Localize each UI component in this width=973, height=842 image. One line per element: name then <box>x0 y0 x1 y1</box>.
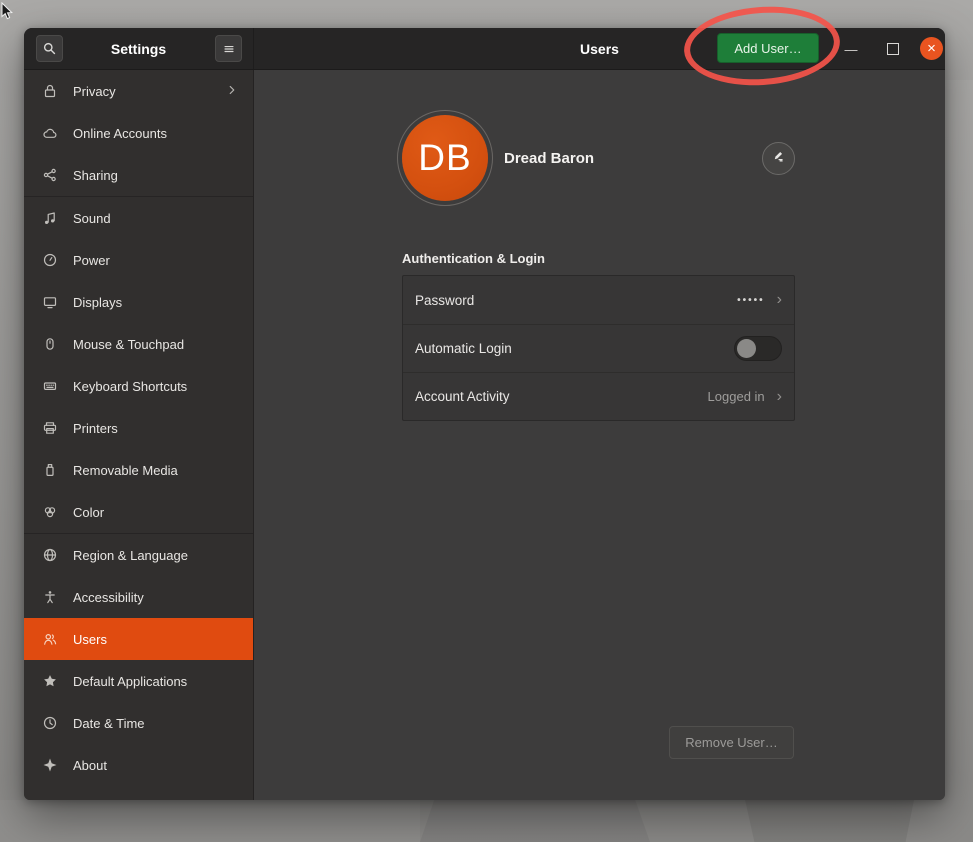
sidebar-item-label: Sound <box>73 211 111 226</box>
automatic-login-label: Automatic Login <box>415 341 512 356</box>
wallpaper-facet <box>0 800 420 842</box>
lock-icon <box>42 83 58 99</box>
sidebar-item-label: Region & Language <box>73 548 188 563</box>
account-activity-value: Logged in <box>708 389 765 404</box>
automatic-login-row: Automatic Login <box>403 324 794 372</box>
auth-login-list: Password ••••• › Automatic Login Account… <box>402 275 795 421</box>
maximize-button[interactable] <box>887 43 899 55</box>
sidebar-item-removable-media[interactable]: Removable Media <box>24 449 253 491</box>
user-header: DB Dread Baron <box>402 110 795 206</box>
sound-icon <box>42 210 58 226</box>
toggle-knob <box>737 339 756 358</box>
user-name: Dread Baron <box>504 150 594 167</box>
printer-icon <box>42 420 58 436</box>
password-row[interactable]: Password ••••• › <box>403 276 794 324</box>
sidebar-item-accessibility[interactable]: Accessibility <box>24 576 253 618</box>
sidebar: Privacy Online Accounts Sharing Sound Po… <box>24 70 254 800</box>
chevron-right-icon: › <box>777 292 782 308</box>
sidebar-item-displays[interactable]: Displays <box>24 281 253 323</box>
sidebar-item-keyboard-shortcuts[interactable]: Keyboard Shortcuts <box>24 365 253 407</box>
add-user-button[interactable]: Add User… <box>717 33 819 63</box>
sidebar-item-power[interactable]: Power <box>24 239 253 281</box>
remove-user-button[interactable]: Remove User… <box>669 726 794 759</box>
sidebar-item-label: About <box>73 758 107 773</box>
power-icon <box>42 252 58 268</box>
automatic-login-toggle[interactable] <box>734 336 782 361</box>
sidebar-item-default-applications[interactable]: Default Applications <box>24 660 253 702</box>
sidebar-item-label: Date & Time <box>73 716 145 731</box>
sidebar-item-sharing[interactable]: Sharing <box>24 154 253 196</box>
sidebar-item-label: Users <box>73 632 107 647</box>
close-button[interactable]: × <box>920 37 943 60</box>
accessibility-icon <box>42 589 58 605</box>
titlebar-content-section: Users Add User… — × <box>254 28 945 69</box>
main-content: DB Dread Baron Authentication & Login Pa… <box>254 70 945 800</box>
color-icon <box>42 504 58 520</box>
sidebar-item-label: Mouse & Touchpad <box>73 337 184 352</box>
account-activity-label: Account Activity <box>415 389 510 404</box>
cloud-icon <box>42 125 58 141</box>
sidebar-item-label: Accessibility <box>73 590 144 605</box>
sidebar-item-label: Color <box>73 505 104 520</box>
sidebar-item-sound[interactable]: Sound <box>24 197 253 239</box>
sidebar-item-label: Privacy <box>73 84 116 99</box>
sidebar-item-date-time[interactable]: Date & Time <box>24 702 253 744</box>
sidebar-item-label: Removable Media <box>73 463 178 478</box>
sidebar-item-label: Keyboard Shortcuts <box>73 379 187 394</box>
sidebar-item-label: Online Accounts <box>73 126 167 141</box>
display-icon <box>42 294 58 310</box>
star-icon <box>42 673 58 689</box>
avatar: DB <box>402 115 488 201</box>
share-icon <box>42 167 58 183</box>
sidebar-item-printers[interactable]: Printers <box>24 407 253 449</box>
sidebar-item-about[interactable]: About <box>24 744 253 786</box>
password-label: Password <box>415 293 474 308</box>
sidebar-item-label: Default Applications <box>73 674 187 689</box>
sidebar-item-privacy[interactable]: Privacy <box>24 70 253 112</box>
sparkle-icon <box>42 757 58 773</box>
hamburger-icon <box>222 42 236 56</box>
sidebar-item-mouse-touchpad[interactable]: Mouse & Touchpad <box>24 323 253 365</box>
mouse-icon <box>42 336 58 352</box>
titlebar-sidebar-section: Settings <box>24 28 254 69</box>
minimize-button[interactable]: — <box>839 28 863 70</box>
avatar-initials: DB <box>418 137 471 179</box>
titlebar: Settings Users Add User… — × <box>24 28 945 70</box>
settings-window: Settings Users Add User… — × Privacy Onl… <box>24 28 945 800</box>
sidebar-item-online-accounts[interactable]: Online Accounts <box>24 112 253 154</box>
sidebar-item-color[interactable]: Color <box>24 491 253 533</box>
clock-icon <box>42 715 58 731</box>
sidebar-item-label: Power <box>73 253 110 268</box>
menu-button[interactable] <box>215 35 242 62</box>
account-activity-row[interactable]: Account Activity Logged in › <box>403 372 794 420</box>
sidebar-item-label: Displays <box>73 295 122 310</box>
sidebar-item-label: Printers <box>73 421 118 436</box>
sidebar-item-label: Sharing <box>73 168 118 183</box>
chevron-right-icon <box>225 83 239 100</box>
edit-user-button[interactable] <box>762 142 795 175</box>
pencil-icon <box>771 148 786 168</box>
sidebar-item-users[interactable]: Users <box>24 618 253 660</box>
mouse-cursor <box>1 2 14 26</box>
globe-icon <box>42 547 58 563</box>
usb-icon <box>42 462 58 478</box>
content-column: DB Dread Baron Authentication & Login Pa… <box>402 110 795 421</box>
chevron-right-icon: › <box>777 389 782 405</box>
password-dots: ••••• <box>737 295 765 306</box>
keyboard-icon <box>42 378 58 394</box>
section-title: Authentication & Login <box>402 251 795 266</box>
users-icon <box>42 631 58 647</box>
sidebar-item-region-language[interactable]: Region & Language <box>24 534 253 576</box>
